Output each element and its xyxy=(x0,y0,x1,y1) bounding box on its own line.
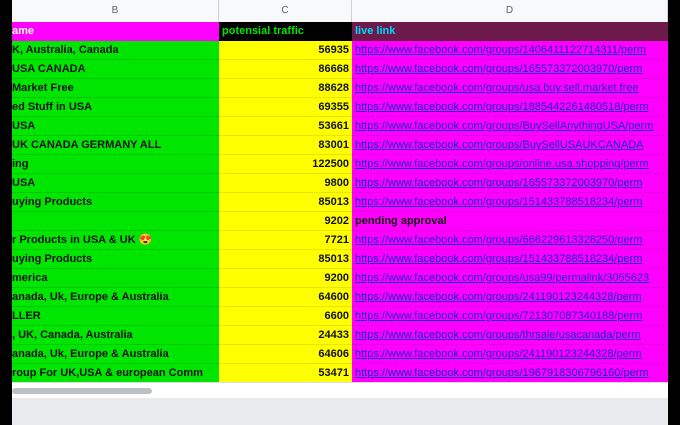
table-row: Market Free 88628 https://www.facebook.com… xyxy=(12,79,668,98)
cell-live-link[interactable]: https://www.facebook.com/groups/16557337… xyxy=(352,60,668,79)
table-row: USA 53661 https://www.facebook.com/groups/… xyxy=(12,117,668,136)
table-row: UK CANADA GERMANY ALL 83001 https://www.fa… xyxy=(12,136,668,155)
table-row: K, Australia, Canada 56935 https://www.fac… xyxy=(12,41,668,60)
cell-potential-traffic[interactable]: 9800 xyxy=(219,174,352,193)
cell-live-link[interactable]: https://www.facebook.com/groups/15143378… xyxy=(352,193,668,212)
table-row: anada, Uk, Europe & Australia 64606 https:… xyxy=(12,345,668,364)
cell-group-name[interactable] xyxy=(12,212,219,231)
cell-live-link[interactable]: https://www.facebook.com/groups/online.u… xyxy=(352,155,668,174)
cell-group-name[interactable]: LLER xyxy=(12,307,219,326)
spreadsheet-window: B C D ame potensial traffic live link K,… xyxy=(12,0,668,425)
table-row: ed Stuff in USA 69355 https://www.facebook… xyxy=(12,98,668,117)
cell-potential-traffic[interactable]: 88628 xyxy=(219,79,352,98)
table-row: r Products in USA & UK 😍 7721 https://www.… xyxy=(12,231,668,250)
cell-live-link[interactable]: https://www.facebook.com/groups/16557337… xyxy=(352,174,668,193)
cell-group-name[interactable]: merica xyxy=(12,269,219,288)
cell-potential-traffic[interactable]: 53471 xyxy=(219,364,352,383)
cell-live-link[interactable]: https://www.facebook.com/groups/24119012… xyxy=(352,288,668,307)
cell-status[interactable]: pending approval xyxy=(352,212,668,231)
cell-live-link[interactable]: https://www.facebook.com/groups/usa.buy.… xyxy=(352,79,668,98)
cell-live-link[interactable]: https://www.facebook.com/groups/14064111… xyxy=(352,41,668,60)
cell-live-link[interactable]: https://www.facebook.com/groups/BuySellA… xyxy=(352,117,668,136)
cell-potential-traffic[interactable]: 64606 xyxy=(219,345,352,364)
cell-potential-traffic[interactable]: 86668 xyxy=(219,60,352,79)
cell-group-name[interactable]: ing xyxy=(12,155,219,174)
cell-potential-traffic[interactable]: 24433 xyxy=(219,326,352,345)
table-row: uying Products 85013 https://www.facebook.… xyxy=(12,250,668,269)
cell-group-name[interactable]: , UK, Canada, Australia xyxy=(12,326,219,345)
cell-potential-traffic[interactable]: 7721 xyxy=(219,231,352,250)
cell-potential-traffic[interactable]: 9200 xyxy=(219,269,352,288)
table-row: roup For UK,USA & european Comm 53471 http… xyxy=(12,364,668,383)
cell-group-name[interactable]: anada, Uk, Europe & Australia xyxy=(12,345,219,364)
column-header-c[interactable]: C xyxy=(219,0,352,22)
column-header-bar: B C D xyxy=(12,0,668,23)
cell-potential-traffic[interactable]: 6600 xyxy=(219,307,352,326)
cell-group-name[interactable]: Market Free xyxy=(12,79,219,98)
cell-group-name[interactable]: USA CANADA xyxy=(12,60,219,79)
scrollbar-thumb[interactable] xyxy=(12,388,152,394)
cell-potential-traffic[interactable]: 53661 xyxy=(219,117,352,136)
cell-live-link[interactable]: https://www.facebook.com/groups/15143378… xyxy=(352,250,668,269)
cell-group-name[interactable]: USA xyxy=(12,117,219,136)
cell-potential-traffic[interactable]: 85013 xyxy=(219,250,352,269)
column-header-d[interactable]: D xyxy=(352,0,668,22)
cell-live-link[interactable]: https://www.facebook.com/groups/24119012… xyxy=(352,345,668,364)
table-row: merica 9200 https://www.facebook.com/group… xyxy=(12,269,668,288)
cell-group-name[interactable]: USA xyxy=(12,174,219,193)
table-row: USA 9800 https://www.facebook.com/groups/1… xyxy=(12,174,668,193)
cell-live-link[interactable]: https://www.facebook.com/groups/66622961… xyxy=(352,231,668,250)
cell-group-name[interactable]: uying Products xyxy=(12,193,219,212)
cell-group-name[interactable]: ed Stuff in USA xyxy=(12,98,219,117)
cell-group-name[interactable]: K, Australia, Canada xyxy=(12,41,219,60)
cell-live-link[interactable]: https://www.facebook.com/groups/72130708… xyxy=(352,307,668,326)
cell-group-name[interactable]: anada, Uk, Europe & Australia xyxy=(12,288,219,307)
table-row: uying Products 85013 https://www.facebook.… xyxy=(12,193,668,212)
cell-group-name[interactable]: uying Products xyxy=(12,250,219,269)
table-row: 9202 pending approval xyxy=(12,212,668,231)
cell-potential-traffic[interactable]: 85013 xyxy=(219,193,352,212)
sheet-bottom-bar xyxy=(12,398,668,425)
cell-live-link[interactable]: https://www.facebook.com/groups/thrsale/… xyxy=(352,326,668,345)
cell-live-link[interactable]: https://www.facebook.com/groups/18854422… xyxy=(352,98,668,117)
cell-group-name[interactable]: r Products in USA & UK 😍 xyxy=(12,231,219,250)
table-row: USA CANADA 86668 https://www.facebook.com/… xyxy=(12,60,668,79)
cell-potential-traffic[interactable]: 9202 xyxy=(219,212,352,231)
table-body: K, Australia, Canada 56935 https://www.fac… xyxy=(12,41,668,383)
cell-live-link[interactable]: https://www.facebook.com/groups/BuySellU… xyxy=(352,136,668,155)
header-cell-traffic[interactable]: potensial traffic xyxy=(219,22,352,41)
cell-potential-traffic[interactable]: 122500 xyxy=(219,155,352,174)
table-row: LLER 6600 https://www.facebook.com/groups/… xyxy=(12,307,668,326)
cell-group-name[interactable]: roup For UK,USA & european Comm xyxy=(12,364,219,383)
cell-potential-traffic[interactable]: 64600 xyxy=(219,288,352,307)
cell-live-link[interactable]: https://www.facebook.com/groups/usa99/pe… xyxy=(352,269,668,288)
cell-group-name[interactable]: UK CANADA GERMANY ALL xyxy=(12,136,219,155)
header-cell-link[interactable]: live link xyxy=(352,22,668,41)
header-cell-name[interactable]: ame xyxy=(12,22,219,41)
table-header-row: ame potensial traffic live link xyxy=(12,22,668,41)
table-row: ing 122500 https://www.facebook.com/groups… xyxy=(12,155,668,174)
cell-potential-traffic[interactable]: 83001 xyxy=(219,136,352,155)
horizontal-scrollbar[interactable] xyxy=(12,382,668,399)
table-row: , UK, Canada, Australia 24433 https://www.… xyxy=(12,326,668,345)
column-header-b[interactable]: B xyxy=(12,0,219,22)
table-row: anada, Uk, Europe & Australia 64600 https:… xyxy=(12,288,668,307)
cell-potential-traffic[interactable]: 69355 xyxy=(219,98,352,117)
cell-potential-traffic[interactable]: 56935 xyxy=(219,41,352,60)
cell-live-link[interactable]: https://www.facebook.com/groups/19679183… xyxy=(352,364,668,383)
